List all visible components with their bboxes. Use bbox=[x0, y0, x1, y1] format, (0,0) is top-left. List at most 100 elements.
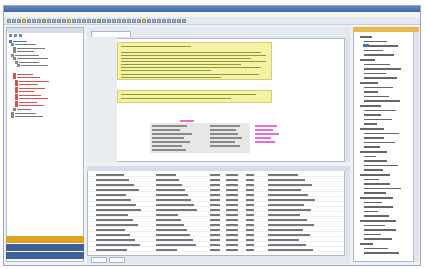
schema-item[interactable] bbox=[364, 183, 390, 185]
tree-item[interactable] bbox=[13, 108, 31, 111]
toolbar-icon[interactable] bbox=[182, 18, 186, 23]
toolbar-icon[interactable] bbox=[157, 18, 161, 23]
toolbar-icon[interactable] bbox=[167, 18, 171, 23]
table-row[interactable] bbox=[88, 248, 351, 252]
table-row[interactable] bbox=[88, 203, 351, 207]
schema-item[interactable] bbox=[360, 174, 390, 176]
table-row[interactable] bbox=[88, 233, 351, 237]
toolbar-icon[interactable] bbox=[102, 18, 106, 23]
schema-item[interactable] bbox=[364, 137, 384, 139]
toolbar-icon[interactable] bbox=[42, 18, 46, 23]
schema-item[interactable] bbox=[364, 45, 398, 47]
schema-item[interactable] bbox=[364, 118, 392, 121]
toolbar-icon[interactable] bbox=[162, 18, 166, 23]
bottom-tab-2[interactable] bbox=[109, 257, 125, 263]
schema-item[interactable] bbox=[364, 247, 388, 250]
schema-item[interactable] bbox=[364, 40, 387, 43]
toolbar-icon[interactable] bbox=[17, 18, 21, 23]
toolbar-icon[interactable] bbox=[82, 18, 86, 23]
toolbar-icon[interactable] bbox=[112, 18, 116, 23]
schema-scrollbar[interactable] bbox=[413, 32, 419, 262]
toolbar-icon[interactable] bbox=[177, 18, 181, 23]
schema-item[interactable] bbox=[364, 252, 399, 254]
tree-item[interactable] bbox=[15, 97, 48, 100]
table-row[interactable] bbox=[88, 238, 351, 242]
schema-item[interactable] bbox=[364, 169, 383, 171]
toolbar-icon[interactable] bbox=[92, 18, 96, 23]
toolbar-icon[interactable] bbox=[117, 18, 121, 23]
editor-scrollbar[interactable] bbox=[344, 38, 350, 162]
schema-item[interactable] bbox=[364, 164, 398, 167]
collapse-icon[interactable] bbox=[19, 34, 22, 37]
table-row[interactable] bbox=[88, 193, 351, 197]
schema-item[interactable] bbox=[364, 68, 401, 70]
schema-item[interactable] bbox=[364, 77, 397, 79]
tree-item[interactable] bbox=[13, 57, 48, 60]
schema-item[interactable] bbox=[364, 215, 389, 217]
schema-item[interactable] bbox=[360, 243, 373, 245]
schema-item[interactable] bbox=[360, 220, 396, 222]
nav-button[interactable] bbox=[6, 236, 84, 243]
toolbar-icon[interactable] bbox=[172, 18, 176, 23]
table-row[interactable] bbox=[88, 228, 351, 232]
schema-item[interactable] bbox=[364, 187, 401, 190]
schema-item[interactable] bbox=[364, 72, 386, 75]
schema-item[interactable] bbox=[364, 229, 396, 231]
toolbar-icon[interactable] bbox=[32, 18, 36, 23]
schema-item[interactable] bbox=[364, 224, 385, 227]
schema-item[interactable] bbox=[364, 86, 393, 89]
tree-item[interactable] bbox=[13, 50, 34, 53]
filter-icon[interactable] bbox=[14, 34, 17, 37]
schema-item[interactable] bbox=[364, 63, 390, 66]
schema-item[interactable] bbox=[364, 109, 396, 112]
refresh-icon[interactable] bbox=[9, 34, 12, 37]
schema-item[interactable] bbox=[360, 59, 375, 61]
table-row[interactable] bbox=[88, 213, 351, 217]
grid-scrollbar[interactable] bbox=[344, 171, 350, 256]
toolbar-icon[interactable] bbox=[27, 18, 31, 23]
schema-item[interactable] bbox=[364, 206, 393, 208]
schema-item[interactable] bbox=[364, 141, 395, 144]
schema-item[interactable] bbox=[364, 233, 381, 236]
toolbar-icon[interactable] bbox=[132, 18, 136, 23]
toolbar-icon[interactable] bbox=[12, 18, 16, 23]
schema-item[interactable] bbox=[364, 210, 378, 213]
schema-item[interactable] bbox=[364, 54, 394, 56]
schema-item[interactable] bbox=[360, 197, 393, 199]
schema-item[interactable] bbox=[360, 128, 384, 130]
bottom-tab-1[interactable] bbox=[91, 257, 107, 263]
toolbar-icon[interactable] bbox=[67, 18, 71, 23]
toolbar-icon[interactable] bbox=[72, 18, 76, 23]
table-row[interactable] bbox=[88, 188, 351, 192]
table-row[interactable] bbox=[88, 198, 351, 202]
toolbar-icon[interactable] bbox=[52, 18, 56, 23]
toolbar-icon[interactable] bbox=[107, 18, 111, 23]
schema-item[interactable] bbox=[364, 160, 387, 162]
toolbar-icon[interactable] bbox=[87, 18, 91, 23]
schema-item[interactable] bbox=[364, 100, 400, 102]
schema-item[interactable] bbox=[364, 114, 381, 116]
table-row[interactable] bbox=[88, 183, 351, 187]
tree-item[interactable] bbox=[15, 83, 38, 86]
schema-item[interactable] bbox=[364, 192, 386, 194]
schema-item[interactable] bbox=[360, 82, 378, 84]
schema-item[interactable] bbox=[364, 178, 379, 181]
nav-button[interactable] bbox=[6, 244, 84, 251]
tree-item[interactable] bbox=[11, 115, 43, 118]
tree-item[interactable] bbox=[11, 43, 36, 46]
nav-button[interactable] bbox=[6, 252, 84, 259]
tree-item[interactable] bbox=[17, 64, 48, 67]
schema-item[interactable] bbox=[364, 238, 392, 240]
toolbar-icon[interactable] bbox=[97, 18, 101, 23]
document-tab[interactable] bbox=[91, 31, 131, 37]
toolbar-icon[interactable] bbox=[57, 18, 61, 23]
schema-item[interactable] bbox=[364, 201, 382, 204]
tree-item[interactable] bbox=[13, 76, 40, 79]
table-row[interactable] bbox=[88, 218, 351, 222]
schema-item[interactable] bbox=[364, 146, 380, 148]
toolbar-icon[interactable] bbox=[77, 18, 81, 23]
schema-item[interactable] bbox=[364, 49, 383, 52]
schema-item[interactable] bbox=[360, 105, 381, 107]
table-row[interactable] bbox=[88, 243, 351, 247]
tree-item[interactable] bbox=[15, 104, 44, 107]
